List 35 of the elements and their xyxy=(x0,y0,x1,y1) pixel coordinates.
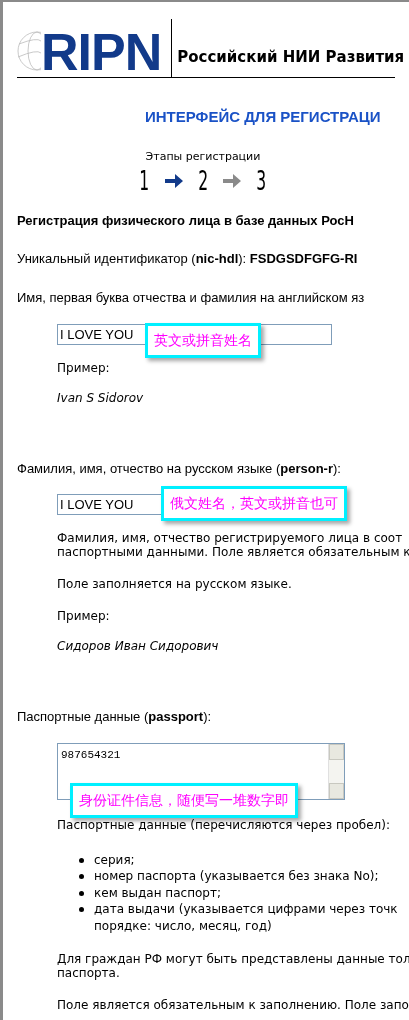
list-item-text: номер паспорта (указывается без знака No); xyxy=(94,868,379,885)
field-label: Имя, первая буква отчества и фамилия на английском яз xyxy=(17,289,365,307)
hint-text: Пример: xyxy=(57,360,110,375)
list-item-text: кем выдан паспорт; xyxy=(94,884,221,901)
hint-text: Пример: xyxy=(57,609,110,623)
scroll-up-button[interactable] xyxy=(329,743,344,760)
step-number: 1 xyxy=(139,167,150,195)
step-number: 2 xyxy=(198,167,208,195)
annotation-tooltip: 身份证件信息，随便写一堆数字即 xyxy=(70,782,298,818)
scrollbar[interactable] xyxy=(328,743,344,799)
globe-grid-drawing xyxy=(17,31,41,71)
list-item-text: дата выдачи (указывается цифрами через точк порядке: число, месяц, год) xyxy=(94,901,398,934)
example-text: Сидоров Иван Сидорович xyxy=(57,638,219,655)
example-text: Ivan S Sidorov xyxy=(57,389,144,407)
annotation-tooltip: 英文或拼音姓名 xyxy=(145,322,261,358)
bullet-icon xyxy=(79,874,84,879)
hint-text: Поле является обязательным к заполнению. Поле запо xyxy=(57,998,409,1012)
bullet-icon xyxy=(79,890,84,896)
field-label: Фамилия, имя, отчество на русском языке (person-r): xyxy=(17,459,341,478)
page-title: ИНТЕРФЕЙС ДЛЯ РЕГИСТРАЦИ xyxy=(145,107,381,127)
bullet-icon xyxy=(79,857,84,863)
list-item-text: серия; xyxy=(94,851,135,868)
section-heading: Регистрация физического лица в базе данных РосН xyxy=(17,212,354,230)
bullet-icon xyxy=(79,907,84,912)
ripn-logo: RIPN xyxy=(41,27,162,77)
hint-text: Поле заполняется на русском языке. xyxy=(57,577,292,591)
annotation-tooltip: 俄文姓名，英文或拼音也可 xyxy=(161,486,347,521)
field-label: Уникальный идентификатор (nic-hdl): FSDGSDFGFG-RI xyxy=(17,249,358,268)
step-number: 3 xyxy=(256,167,267,195)
stages-label: Этапы регистрации xyxy=(145,148,261,165)
hint-text: Паспортные данные (перечисляются через пробел): xyxy=(57,817,390,832)
header-title: Российский НИИ Развития xyxy=(177,46,405,68)
field-label: Паспортные данные (passport): xyxy=(17,708,212,726)
hint-text: Для граждан РФ могут быть представлены данные тол паспорта. xyxy=(57,952,409,980)
scroll-down-button[interactable] xyxy=(329,782,344,799)
